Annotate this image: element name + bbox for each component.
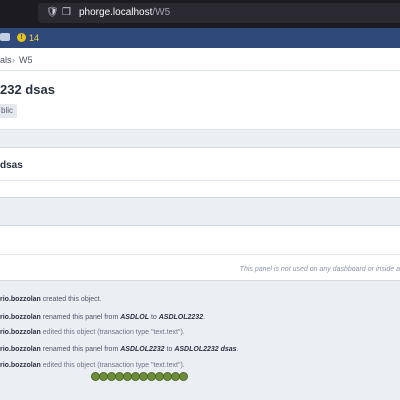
breadcrumb-current[interactable]: W5 xyxy=(19,55,33,65)
timeline-user[interactable]: rio.bozzolan xyxy=(0,314,41,321)
timeline-row: rio.bozzolan renamed this panel from ASD… xyxy=(0,314,206,321)
usage-note: This panel is not used on any dashboard … xyxy=(239,266,400,273)
breadcrumb-parent[interactable]: als xyxy=(0,55,12,65)
timeline-user[interactable]: rio.bozzolan xyxy=(0,329,41,336)
loader-dot xyxy=(179,372,188,381)
policy-tag[interactable]: blic xyxy=(0,104,17,118)
panel-preview xyxy=(0,147,400,198)
timeline-row: rio.bozzolan edited this object (transac… xyxy=(0,329,185,336)
shield-icon[interactable]: 🛡︎ xyxy=(46,8,59,18)
page-header xyxy=(0,71,400,130)
timeline-row: rio.bozzolan renamed this panel from ASD… xyxy=(0,346,239,353)
breadcrumb xyxy=(0,48,400,71)
page-title: 232 dsas xyxy=(0,82,55,97)
timeline-user[interactable]: rio.bozzolan xyxy=(0,346,41,353)
url-text[interactable]: phorge.localhost/W5 xyxy=(79,8,170,18)
timeline-user[interactable]: rio.bozzolan xyxy=(0,296,41,303)
alert-count[interactable]: 14 xyxy=(29,34,39,43)
breadcrumb-separator: › xyxy=(12,55,15,65)
usage-divider xyxy=(0,254,400,255)
panel-title: dsas xyxy=(0,160,23,171)
page-icon[interactable]: ❒ xyxy=(62,8,71,18)
timeline-row: rio.bozzolan created this object. xyxy=(0,296,102,303)
timeline-user[interactable]: rio.bozzolan xyxy=(0,362,41,369)
main-menu-bar xyxy=(0,28,400,48)
conpherence-icon[interactable] xyxy=(0,33,10,41)
timeline-row: rio.bozzolan edited this object (transac… xyxy=(0,362,185,369)
panel-divider xyxy=(0,180,400,181)
alert-icon[interactable]: ! xyxy=(17,33,26,42)
